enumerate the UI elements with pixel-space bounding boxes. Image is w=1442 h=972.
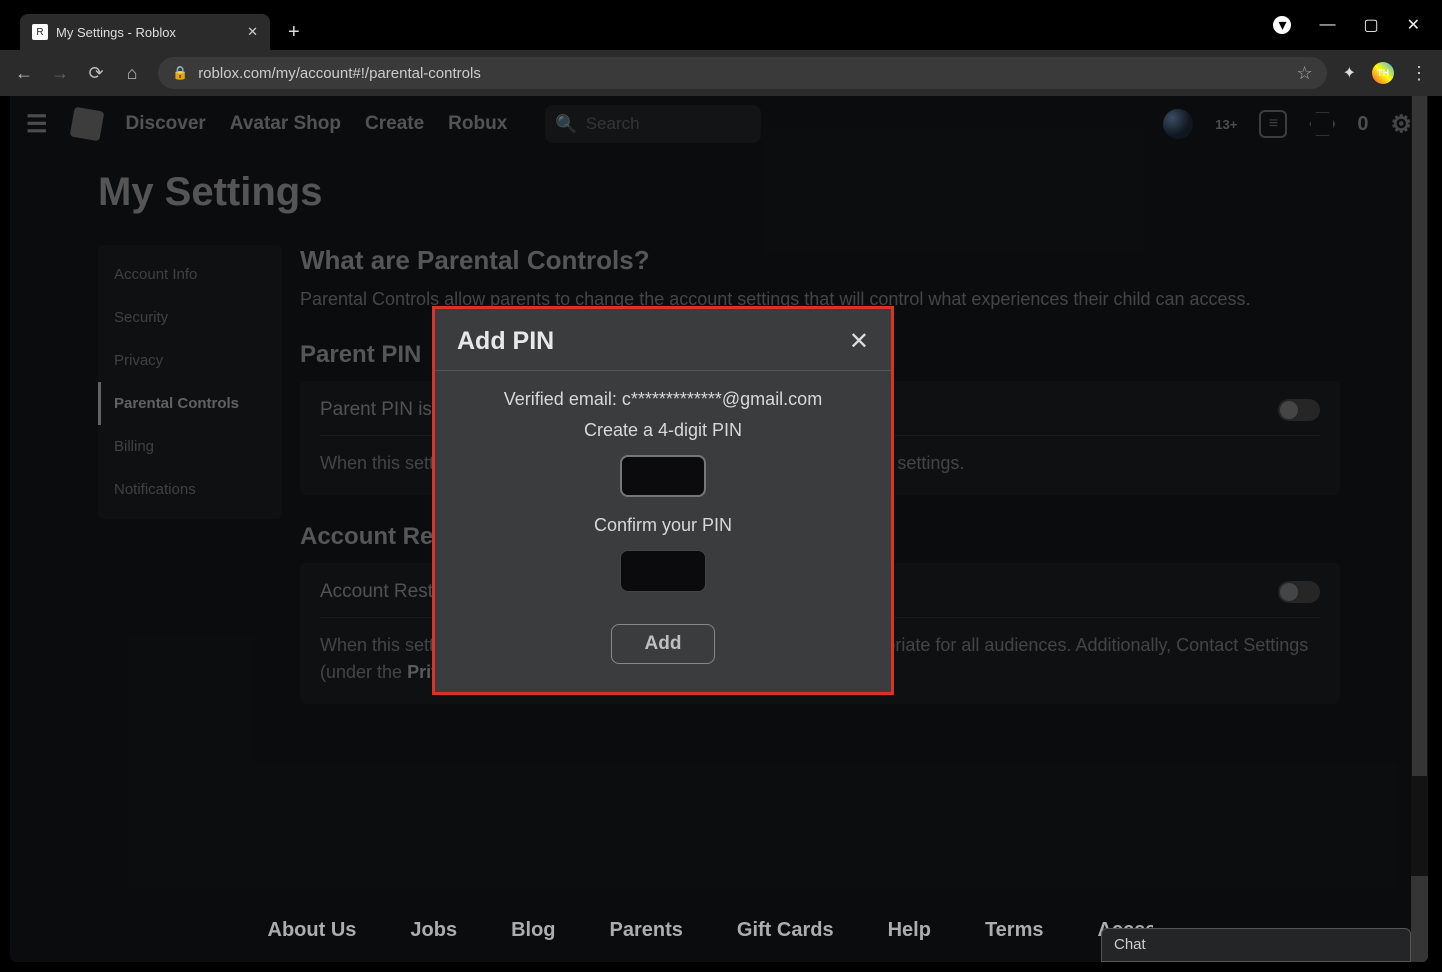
bookmark-star-icon[interactable]: ☆ (1296, 63, 1312, 84)
search-icon: 🔍 (555, 114, 577, 135)
footer-jobs[interactable]: Jobs (410, 919, 457, 942)
page-viewport: ☰ Discover Avatar Shop Create Robux 🔍 13… (10, 96, 1428, 962)
sidebar-item-billing[interactable]: Billing (98, 425, 282, 468)
browser-tab[interactable]: R My Settings - Roblox ✕ (20, 14, 270, 50)
robux-icon[interactable] (1309, 111, 1335, 137)
create-pin-label: Create a 4-digit PIN (584, 420, 742, 441)
user-avatar-icon[interactable] (1163, 109, 1193, 139)
sidebar-item-account-info[interactable]: Account Info (98, 253, 282, 296)
lock-icon: 🔒 (172, 65, 188, 81)
footer-help[interactable]: Help (888, 919, 931, 942)
nav-create[interactable]: Create (365, 113, 424, 135)
close-window-icon[interactable]: ✕ (1407, 15, 1420, 35)
footer-terms[interactable]: Terms (985, 919, 1044, 942)
confirm-pin-label: Confirm your PIN (594, 515, 732, 536)
scrollbar-bottom[interactable] (1411, 876, 1428, 962)
settings-sidebar: Account Info Security Privacy Parental C… (98, 245, 282, 519)
tab-close-icon[interactable]: ✕ (247, 24, 258, 40)
footer-parents[interactable]: Parents (610, 919, 683, 942)
add-button[interactable]: Add (611, 624, 715, 664)
nav-robux[interactable]: Robux (448, 113, 507, 135)
maximize-icon[interactable]: ▢ (1363, 15, 1378, 35)
footer-blog[interactable]: Blog (511, 919, 555, 942)
shield-icon[interactable]: ▾ (1273, 16, 1291, 34)
nav-avatar-shop[interactable]: Avatar Shop (230, 113, 341, 135)
nav-discover[interactable]: Discover (126, 113, 206, 135)
sidebar-item-privacy[interactable]: Privacy (98, 339, 282, 382)
window-controls: ▾ — ▢ ✕ (1273, 15, 1420, 35)
parent-pin-label: Parent PIN is (320, 399, 432, 421)
forward-icon[interactable]: → (50, 63, 70, 84)
age-badge: 13+ (1215, 117, 1237, 132)
robux-count: 0 (1357, 113, 1368, 136)
confirm-pin-input[interactable] (620, 550, 706, 592)
hamburger-icon[interactable]: ☰ (26, 110, 48, 139)
back-icon[interactable]: ← (14, 63, 34, 84)
scrollbar-track[interactable] (1411, 96, 1428, 962)
modal-title: Add PIN (457, 327, 554, 356)
messages-icon[interactable]: ≡ (1259, 110, 1287, 138)
sidebar-item-notifications[interactable]: Notifications (98, 468, 282, 511)
search-input[interactable] (586, 114, 752, 134)
minimize-icon[interactable]: — (1319, 16, 1335, 34)
footer-about[interactable]: About Us (268, 919, 357, 942)
page-title: My Settings (98, 170, 1340, 215)
account-restrictions-toggle[interactable] (1278, 581, 1320, 603)
scrollbar-thumb[interactable] (1412, 96, 1427, 776)
profile-avatar-icon[interactable]: TH (1372, 62, 1394, 84)
site-nav: ☰ Discover Avatar Shop Create Robux 🔍 13… (10, 96, 1428, 152)
new-tab-button[interactable]: + (288, 21, 300, 44)
parent-pin-toggle[interactable] (1278, 399, 1320, 421)
tab-title: My Settings - Roblox (56, 25, 176, 40)
url-text: roblox.com/my/account#!/parental-control… (198, 65, 481, 82)
search-box[interactable]: 🔍 (545, 105, 761, 143)
chat-widget[interactable]: Chat (1101, 928, 1411, 962)
tab-favicon: R (32, 24, 48, 40)
kebab-menu-icon[interactable]: ⋮ (1410, 63, 1428, 84)
settings-gear-icon[interactable]: ⚙ (1390, 110, 1412, 139)
home-icon[interactable]: ⌂ (122, 63, 142, 84)
browser-titlebar: R My Settings - Roblox ✕ + ▾ — ▢ ✕ (0, 0, 1442, 50)
sidebar-item-security[interactable]: Security (98, 296, 282, 339)
chat-label: Chat (1114, 936, 1146, 953)
modal-close-icon[interactable]: ✕ (849, 327, 869, 356)
browser-toolbar: ← → ⟳ ⌂ 🔒 roblox.com/my/account#!/parent… (0, 50, 1442, 96)
create-pin-input[interactable] (620, 455, 706, 497)
address-bar[interactable]: 🔒 roblox.com/my/account#!/parental-contr… (158, 57, 1327, 89)
add-pin-modal: Add PIN ✕ Verified email: c*************… (432, 306, 894, 695)
roblox-logo-icon[interactable] (69, 107, 104, 142)
sidebar-item-parental-controls[interactable]: Parental Controls (98, 382, 282, 425)
verified-email-text: Verified email: c*************@gmail.com (504, 389, 822, 410)
extensions-icon[interactable]: ✦ (1343, 63, 1356, 83)
footer-gift-cards[interactable]: Gift Cards (737, 919, 834, 942)
heading-what-are: What are Parental Controls? (300, 245, 1340, 276)
reload-icon[interactable]: ⟳ (86, 63, 106, 84)
